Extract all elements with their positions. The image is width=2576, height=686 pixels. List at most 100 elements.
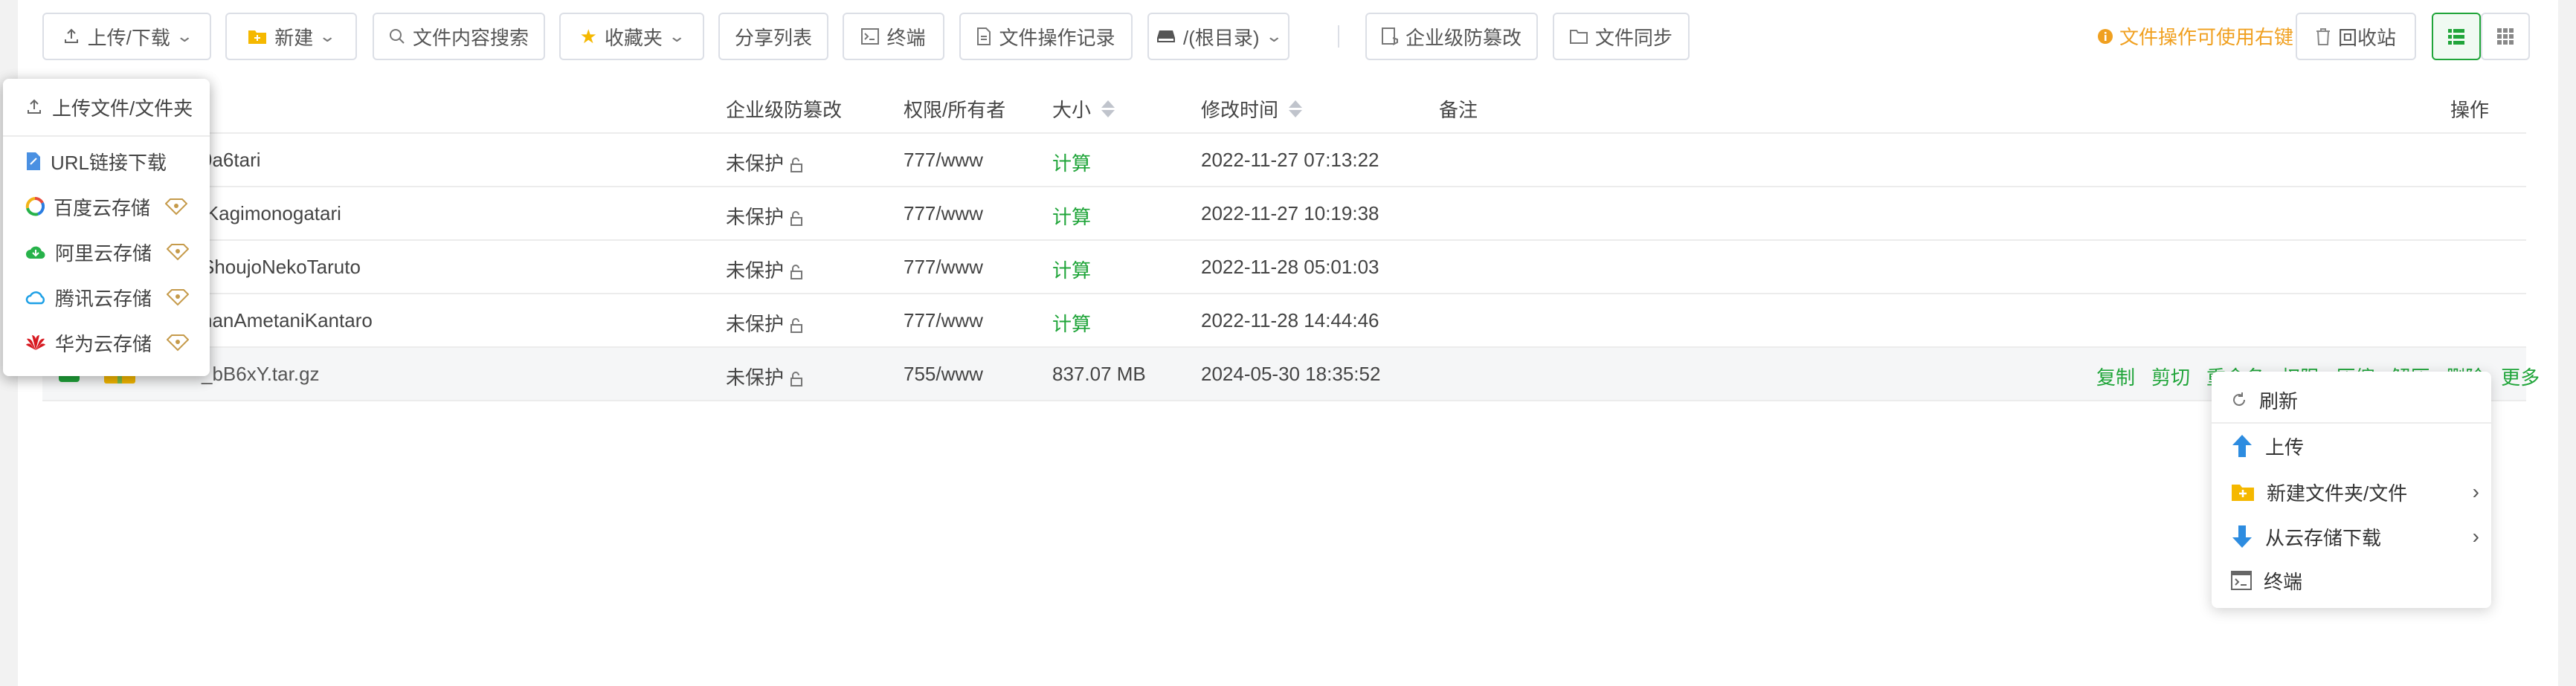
size-calc-link[interactable]: 计算 (1052, 256, 1091, 283)
ctx-item-terminal[interactable]: 终端 (2212, 560, 2491, 601)
content-search-button[interactable]: 文件内容搜索 (373, 13, 545, 60)
favorites-button[interactable]: ★ 收藏夹 ⌄ (559, 13, 704, 60)
search-icon (389, 28, 405, 45)
document-icon (976, 27, 991, 45)
upload-download-menu-panel: 上传文件/文件夹 URL链接下载 百度云存储 阿里云存储 腾讯云存储 华为云存储 (3, 79, 210, 376)
op-cut[interactable]: 剪切 (2151, 363, 2190, 390)
menu-item-url-download[interactable]: URL链接下载 (3, 140, 210, 182)
size-calc-link[interactable]: 计算 (1052, 309, 1091, 337)
baidu-cloud-icon (25, 197, 45, 216)
menu-item-label: URL链接下载 (51, 151, 167, 174)
menu-item-label: 上传文件/文件夹 (52, 97, 193, 120)
list-view-icon (2447, 27, 2465, 45)
upload-download-label: 上传/下载 (87, 26, 170, 49)
recycle-bin-button[interactable]: 回收站 (2296, 13, 2416, 60)
menu-item-tencent-cloud[interactable]: 腾讯云存储 (3, 276, 210, 318)
vip-diamond-icon (167, 243, 190, 261)
protect-label: 未保护 (726, 259, 785, 282)
unlock-icon (790, 155, 808, 172)
sort-icon[interactable] (1101, 100, 1115, 117)
unlock-icon (790, 316, 808, 333)
tamper-proof-button[interactable]: 企业级防篡改 (1365, 13, 1538, 60)
op-more[interactable]: 更多 (2501, 363, 2540, 390)
protect-status[interactable]: 未保护 (726, 363, 808, 390)
menu-item-huawei-cloud[interactable]: 华为云存储 (3, 322, 210, 363)
context-menu: 刷新 上传 新建文件夹/文件 › 从云存储下载 › 终端 (2212, 372, 2491, 608)
share-list-button[interactable]: 分享列表 (718, 13, 828, 60)
header-mtime[interactable]: 修改时间 (1201, 95, 1303, 123)
menu-item-aliyun[interactable]: 阿里云存储 (3, 231, 210, 273)
perm-owner[interactable]: 777/www (904, 202, 983, 225)
menu-divider (2212, 422, 2491, 424)
protect-label: 未保护 (726, 366, 785, 389)
protect-status[interactable]: 未保护 (726, 256, 808, 283)
favorites-label: 收藏夹 (604, 26, 663, 49)
ctx-item-upload[interactable]: 上传 (2212, 425, 2491, 467)
table-row[interactable]: _bB6xY.tar.gz 未保护 755/www 837.07 MB 2024… (42, 348, 2540, 401)
mtime: 2024-05-30 18:35:52 (1201, 363, 1381, 385)
unlock-icon (790, 369, 808, 386)
protect-status[interactable]: 未保护 (726, 149, 808, 176)
info-icon (2097, 28, 2113, 45)
huawei-cloud-icon (25, 334, 46, 352)
mtime: 2022-11-27 07:13:22 (1201, 149, 1379, 171)
protect-label: 未保护 (726, 313, 785, 335)
disk-icon (1156, 29, 1176, 44)
protect-status[interactable]: 未保护 (726, 309, 808, 337)
header-ops: 操作 (2450, 99, 2490, 121)
file-size: 837.07 MB (1052, 363, 1146, 385)
upload-arrow-icon (2231, 434, 2253, 458)
header-tamper[interactable]: 企业级防篡改 (726, 95, 842, 123)
menu-item-baidu-cloud[interactable]: 百度云存储 (3, 186, 210, 227)
file-name[interactable]: iKagimonogatari (202, 202, 341, 225)
menu-item-label: 腾讯云存储 (55, 287, 152, 310)
link-doc-icon (25, 152, 42, 171)
header-perm[interactable]: 权限/所有者 (904, 95, 1005, 123)
ctx-item-new-folder-file[interactable]: 新建文件夹/文件 › (2212, 471, 2491, 513)
op-log-label: 文件操作记录 (999, 26, 1115, 49)
shield-doc-icon (1381, 27, 1398, 45)
new-label: 新建 (274, 26, 314, 49)
new-folder-icon (2231, 482, 2255, 502)
terminal-button[interactable]: 终端 (843, 13, 944, 60)
ctx-item-cloud-download[interactable]: 从云存储下载 › (2212, 516, 2491, 557)
protect-status[interactable]: 未保护 (726, 202, 808, 230)
mtime: 2022-11-28 05:01:03 (1201, 256, 1379, 278)
size-calc-link[interactable]: 计算 (1052, 202, 1091, 230)
table-row[interactable]: 9a6tari 未保护 777/www 计算 2022-11-27 07:13:… (42, 134, 2526, 187)
file-name[interactable]: _bB6xY.tar.gz (202, 363, 320, 386)
unlock-icon (790, 209, 808, 226)
file-name[interactable]: nanAmetaniKantaro (202, 309, 373, 332)
table-row[interactable]: iKagimonogatari 未保护 777/www 计算 2022-11-2… (42, 187, 2526, 241)
header-size[interactable]: 大小 (1052, 95, 1115, 123)
path-label: /(根目录) (1183, 26, 1260, 49)
op-log-button[interactable]: 文件操作记录 (959, 13, 1133, 60)
list-view-button[interactable] (2432, 13, 2481, 60)
perm-owner[interactable]: 755/www (904, 363, 983, 386)
recycle-bin-label: 回收站 (2337, 26, 2396, 49)
path-selector-button[interactable]: /(根目录) ⌄ (1147, 13, 1289, 60)
trash-icon (2316, 27, 2331, 45)
file-sync-button[interactable]: 文件同步 (1553, 13, 1690, 60)
new-button[interactable]: 新建 ⌄ (225, 13, 357, 60)
op-copy[interactable]: 复制 (2096, 363, 2135, 390)
menu-item-upload-files[interactable]: 上传文件/文件夹 (3, 86, 210, 128)
unlock-icon (790, 262, 808, 279)
ctx-item-refresh[interactable]: 刷新 (2212, 379, 2491, 421)
grid-view-button[interactable] (2481, 13, 2530, 60)
table-row[interactable]: ShoujoNekoTaruto 未保护 777/www 计算 2022-11-… (42, 241, 2526, 294)
file-name[interactable]: ShoujoNekoTaruto (202, 256, 361, 279)
perm-owner[interactable]: 777/www (904, 256, 983, 279)
file-name[interactable]: 9a6tari (202, 149, 261, 172)
upload-download-button[interactable]: 上传/下载 ⌄ (42, 13, 211, 60)
protect-label: 未保护 (726, 152, 785, 175)
size-calc-link[interactable]: 计算 (1052, 149, 1091, 176)
perm-owner[interactable]: 777/www (904, 149, 983, 172)
sort-icon[interactable] (1289, 100, 1303, 117)
tencent-cloud-icon (25, 290, 46, 305)
perm-owner[interactable]: 777/www (904, 309, 983, 332)
ctx-item-label: 新建文件夹/文件 (2267, 482, 2408, 505)
table-row[interactable]: nanAmetaniKantaro 未保护 777/www 计算 2022-11… (42, 294, 2526, 348)
header-mtime-label: 修改时间 (1201, 99, 1279, 121)
ctx-item-label: 从云存储下载 (2265, 526, 2382, 549)
